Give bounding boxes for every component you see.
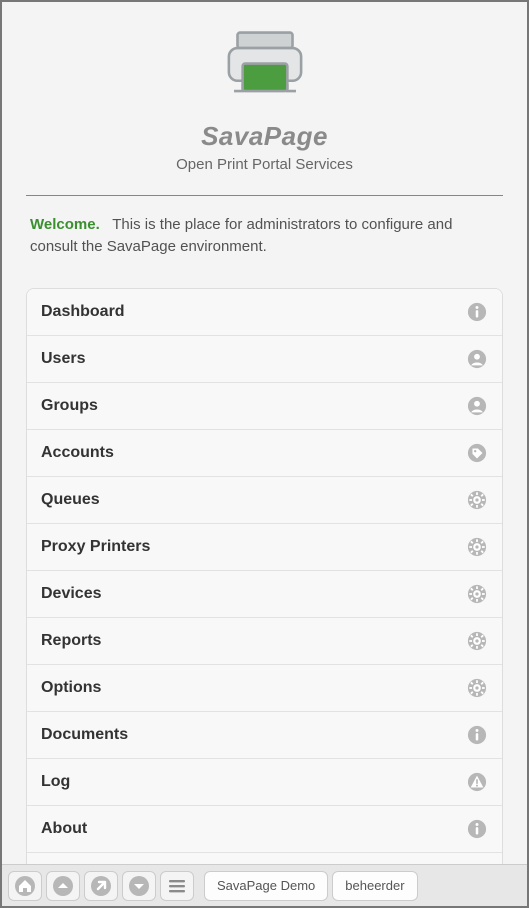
gear-icon: [466, 677, 488, 699]
gear-icon: [466, 630, 488, 652]
info-icon: [466, 724, 488, 746]
menu-item-groups[interactable]: Groups: [27, 383, 502, 430]
info-icon: [466, 818, 488, 840]
footer-org-button[interactable]: SavaPage Demo: [204, 871, 328, 901]
menu-item-log[interactable]: Log: [27, 759, 502, 806]
divider: [26, 195, 503, 196]
gear-icon: [466, 583, 488, 605]
footer-org-label: SavaPage Demo: [217, 878, 315, 893]
menu-icon: [166, 875, 188, 897]
menu-item-label: Log: [41, 773, 70, 791]
footer-bar: SavaPage Demo beheerder: [2, 864, 527, 906]
menu-item-proxy-printers[interactable]: Proxy Printers: [27, 524, 502, 571]
footer-menu-button[interactable]: [160, 871, 194, 901]
menu-item-label: Users: [41, 350, 85, 368]
footer-scroll-dn-button[interactable]: [122, 871, 156, 901]
app-logo: [26, 24, 503, 115]
user-icon: [466, 395, 488, 417]
footer-scroll-up-button[interactable]: [46, 871, 80, 901]
menu-item-label: Proxy Printers: [41, 538, 150, 556]
main-menu: Dashboard Users Groups Accounts Queues Proxy …: [26, 288, 503, 900]
menu-item-label: Accounts: [41, 444, 114, 462]
menu-item-label: About: [41, 820, 87, 838]
menu-item-label: Queues: [41, 491, 100, 509]
menu-item-options[interactable]: Options: [27, 665, 502, 712]
alert-icon: [466, 771, 488, 793]
home-icon: [14, 875, 36, 897]
menu-item-label: Devices: [41, 585, 102, 603]
menu-item-devices[interactable]: Devices: [27, 571, 502, 618]
welcome-text: Welcome. This is the place for administr…: [26, 214, 503, 258]
footer-user-label: beheerder: [345, 878, 404, 893]
menu-item-label: Options: [41, 679, 101, 697]
user-icon: [466, 348, 488, 370]
menu-item-label: Groups: [41, 397, 98, 415]
tag-icon: [466, 442, 488, 464]
menu-item-dashboard[interactable]: Dashboard: [27, 289, 502, 336]
info-icon: [466, 301, 488, 323]
menu-item-reports[interactable]: Reports: [27, 618, 502, 665]
footer-home-button[interactable]: [8, 871, 42, 901]
menu-item-accounts[interactable]: Accounts: [27, 430, 502, 477]
chevron-down-icon: [128, 875, 150, 897]
gear-icon: [466, 489, 488, 511]
gear-icon: [466, 536, 488, 558]
footer-user-button[interactable]: beheerder: [332, 871, 417, 901]
menu-item-users[interactable]: Users: [27, 336, 502, 383]
arrow-up-right-icon: [90, 875, 112, 897]
menu-item-label: Dashboard: [41, 303, 125, 321]
welcome-label: Welcome.: [30, 216, 100, 233]
menu-item-queues[interactable]: Queues: [27, 477, 502, 524]
menu-item-label: Reports: [41, 632, 101, 650]
menu-item-about[interactable]: About: [27, 806, 502, 853]
footer-open-out-button[interactable]: [84, 871, 118, 901]
menu-item-documents[interactable]: Documents: [27, 712, 502, 759]
menu-item-label: Documents: [41, 726, 128, 744]
app-subtitle: Open Print Portal Services: [26, 156, 503, 173]
app-title: SavaPage: [26, 121, 503, 152]
chevron-up-icon: [52, 875, 74, 897]
